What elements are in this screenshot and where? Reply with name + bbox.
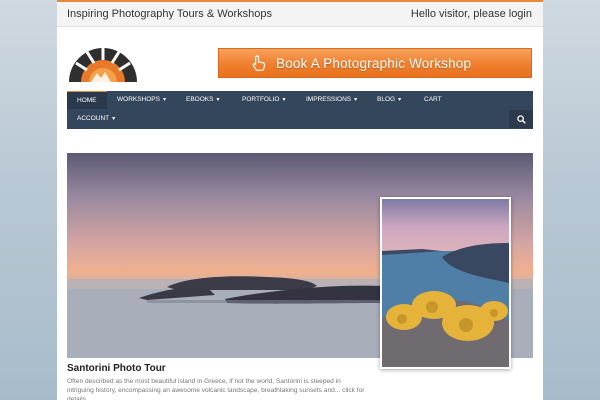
nav-search-button[interactable] bbox=[509, 110, 533, 128]
nav-cart-label: CART bbox=[424, 96, 442, 103]
book-workshop-button[interactable]: Book A Photographic Workshop bbox=[218, 48, 532, 78]
nav-portfolio-label: PORTFOLIO bbox=[242, 96, 280, 103]
tour-description: Often described as the most beautiful is… bbox=[67, 377, 367, 400]
search-icon bbox=[516, 114, 526, 124]
feature-thumbnail[interactable] bbox=[380, 197, 511, 369]
nav-blog[interactable]: BLOG ▾ bbox=[367, 91, 411, 109]
book-workshop-label: Book A Photographic Workshop bbox=[276, 55, 472, 71]
chevron-down-icon: ▾ bbox=[112, 116, 116, 122]
nav-impressions[interactable]: IMPRESSIONS ▾ bbox=[296, 91, 367, 109]
login-link[interactable]: Hello visitor, please login bbox=[411, 8, 532, 20]
nav-portfolio[interactable]: PORTFOLIO ▾ bbox=[232, 91, 295, 109]
nav-blog-label: BLOG bbox=[377, 96, 396, 103]
nav-account-label: ACCOUNT bbox=[77, 115, 110, 122]
pointer-hand-icon bbox=[252, 55, 266, 71]
chevron-down-icon: ▾ bbox=[354, 97, 358, 103]
santorini-thumbnail-photo bbox=[382, 199, 509, 367]
tour-description-text: Often described as the most beautiful is… bbox=[67, 378, 341, 394]
nav-home[interactable]: HOME bbox=[67, 91, 107, 109]
chevron-down-icon: ▾ bbox=[216, 97, 220, 103]
nav-impressions-label: IMPRESSIONS bbox=[306, 96, 352, 103]
nav-workshops[interactable]: WORKSHOPS ▾ bbox=[107, 91, 176, 109]
nav-account[interactable]: ACCOUNT ▾ bbox=[67, 110, 125, 128]
chevron-down-icon: ▾ bbox=[398, 97, 402, 103]
top-bar: Inspiring Photography Tours & Workshops … bbox=[57, 2, 543, 27]
site-tagline: Inspiring Photography Tours & Workshops bbox=[67, 8, 273, 20]
tour-title[interactable]: Santorini Photo Tour bbox=[67, 363, 166, 374]
chevron-down-icon: ▾ bbox=[162, 97, 166, 103]
nav-ebooks[interactable]: EBOOKS ▾ bbox=[176, 91, 229, 109]
site-logo[interactable] bbox=[67, 42, 139, 84]
nav-home-label: HOME bbox=[77, 97, 97, 104]
main-navigation: HOME WORKSHOPS ▾ EBOOKS ▾ PORTFOLIO ▾ IMPRE… bbox=[67, 91, 533, 129]
nav-workshops-label: WORKSHOPS bbox=[117, 96, 160, 103]
nav-ebooks-label: EBOOKS bbox=[186, 96, 214, 103]
chevron-down-icon: ▾ bbox=[282, 97, 286, 103]
nav-cart[interactable]: CART bbox=[414, 91, 452, 109]
